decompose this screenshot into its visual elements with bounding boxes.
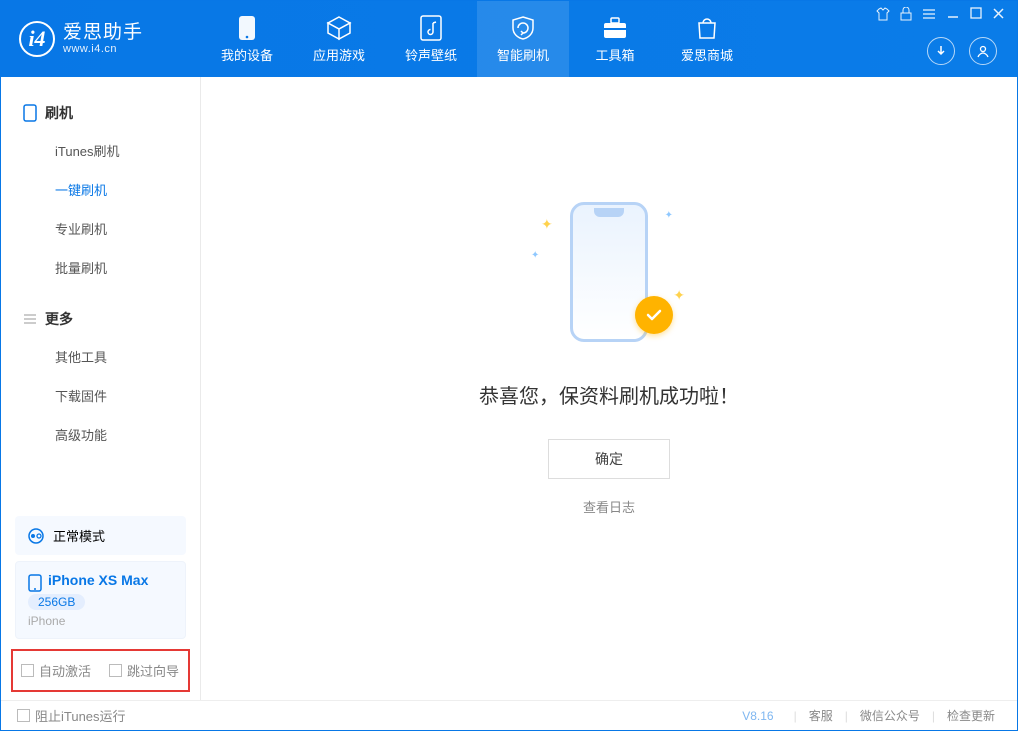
version-label: V8.16 (742, 709, 773, 723)
shirt-icon[interactable] (876, 7, 890, 21)
user-button[interactable] (969, 37, 997, 65)
checkbox-block-itunes[interactable]: 阻止iTunes运行 (17, 706, 126, 725)
sparkle-icon: ✦ (531, 250, 539, 261)
check-badge-icon (635, 296, 673, 334)
close-icon[interactable] (992, 7, 1005, 21)
wechat-link[interactable]: 微信公众号 (854, 707, 926, 724)
sidebar-item-download-firmware[interactable]: 下载固件 (1, 376, 200, 415)
toolbox-icon (602, 15, 628, 41)
tab-store[interactable]: 爱思商城 (661, 1, 753, 77)
checkbox-box-icon (17, 709, 30, 722)
device-icon (23, 104, 37, 122)
phone-notch (594, 208, 624, 217)
device-small-icon (28, 574, 42, 592)
window-controls-row (876, 7, 1005, 21)
sidebar-item-oneclick-flash[interactable]: 一键刷机 (1, 170, 200, 209)
view-log-link[interactable]: 查看日志 (583, 497, 635, 516)
sidebar-section-flash: 刷机 (1, 95, 200, 131)
sidebar-item-pro-flash[interactable]: 专业刷机 (1, 209, 200, 248)
body-area: 刷机 iTunes刷机 一键刷机 专业刷机 批量刷机 更多 其他工具 下载固件 … (1, 77, 1017, 700)
device-capacity: 256GB (28, 594, 85, 610)
app-name: 爱思助手 (63, 23, 143, 44)
main-content: ✦ ✦ ✦ ✦ 恭喜您，保资料刷机成功啦！ 确定 查看日志 (201, 77, 1017, 700)
tab-label: 我的设备 (221, 45, 273, 64)
tab-label: 铃声壁纸 (405, 45, 457, 64)
success-illustration: ✦ ✦ ✦ ✦ (539, 202, 679, 352)
tab-apps-games[interactable]: 应用游戏 (293, 1, 385, 77)
sidebar-item-other-tools[interactable]: 其他工具 (1, 337, 200, 376)
ok-button[interactable]: 确定 (548, 439, 670, 479)
sidebar-item-advanced[interactable]: 高级功能 (1, 415, 200, 454)
checkbox-label: 自动激活 (39, 661, 91, 680)
logo-area: i4 爱思助手 www.i4.cn (1, 21, 201, 57)
shopping-bag-icon (694, 15, 720, 41)
tab-label: 智能刷机 (497, 45, 549, 64)
success-message: 恭喜您，保资料刷机成功啦！ (479, 380, 739, 409)
nav-tabs: 我的设备 应用游戏 铃声壁纸 智能刷机 工具箱 (201, 1, 753, 77)
sparkle-icon: ✦ (665, 210, 673, 221)
mode-card[interactable]: 正常模式 (15, 516, 186, 555)
footer-right: V8.16 | 客服 | 微信公众号 | 检查更新 (742, 707, 1001, 724)
sidebar-bottom: 正常模式 iPhone XS Max 256GB iPhone 自动激活 跳过向… (1, 510, 200, 700)
footer: 阻止iTunes运行 V8.16 | 客服 | 微信公众号 | 检查更新 (1, 700, 1017, 730)
tab-label: 工具箱 (595, 45, 634, 64)
music-file-icon (418, 15, 444, 41)
app-logo-icon: i4 (19, 21, 55, 57)
device-subtitle: iPhone (28, 614, 173, 628)
sidebar-item-itunes-flash[interactable]: iTunes刷机 (1, 131, 200, 170)
download-button[interactable] (927, 37, 955, 65)
tab-toolbox[interactable]: 工具箱 (569, 1, 661, 77)
section-title: 更多 (45, 309, 73, 329)
checkbox-label: 跳过向导 (127, 661, 179, 680)
tab-label: 爱思商城 (681, 45, 733, 64)
maximize-icon[interactable] (970, 7, 982, 21)
checkbox-auto-activate[interactable]: 自动激活 (21, 661, 91, 680)
mode-label: 正常模式 (53, 526, 105, 545)
tab-my-device[interactable]: 我的设备 (201, 1, 293, 77)
checkbox-box-icon (21, 664, 34, 677)
checkbox-box-icon (109, 664, 122, 677)
sidebar-item-batch-flash[interactable]: 批量刷机 (1, 248, 200, 287)
logo-text: 爱思助手 www.i4.cn (63, 23, 143, 56)
menu-icon[interactable] (922, 7, 936, 21)
tab-label: 应用游戏 (313, 45, 365, 64)
lock-icon[interactable] (900, 7, 912, 21)
phone-icon (234, 15, 260, 41)
header-action-circles (927, 37, 997, 65)
device-card[interactable]: iPhone XS Max 256GB iPhone (15, 561, 186, 639)
highlighted-checkbox-row: 自动激活 跳过向导 (11, 649, 190, 692)
sidebar-section-more: 更多 (1, 301, 200, 337)
app-header: i4 爱思助手 www.i4.cn 我的设备 应用游戏 铃声壁纸 (1, 1, 1017, 77)
section-title: 刷机 (45, 103, 73, 123)
device-name: iPhone XS Max (48, 572, 148, 588)
checkbox-label: 阻止iTunes运行 (35, 706, 126, 725)
refresh-shield-icon (510, 15, 536, 41)
tab-smart-flash[interactable]: 智能刷机 (477, 1, 569, 77)
sparkle-icon: ✦ (541, 216, 553, 233)
sidebar: 刷机 iTunes刷机 一键刷机 专业刷机 批量刷机 更多 其他工具 下载固件 … (1, 77, 201, 700)
more-icon (23, 312, 37, 326)
cube-icon (326, 15, 352, 41)
mode-icon (27, 527, 45, 545)
check-update-link[interactable]: 检查更新 (941, 707, 1001, 724)
sparkle-icon: ✦ (673, 287, 685, 304)
support-link[interactable]: 客服 (803, 707, 839, 724)
tab-ringtone-wallpaper[interactable]: 铃声壁纸 (385, 1, 477, 77)
app-url: www.i4.cn (63, 43, 143, 55)
checkbox-skip-guide[interactable]: 跳过向导 (109, 661, 179, 680)
minimize-icon[interactable] (946, 7, 960, 21)
